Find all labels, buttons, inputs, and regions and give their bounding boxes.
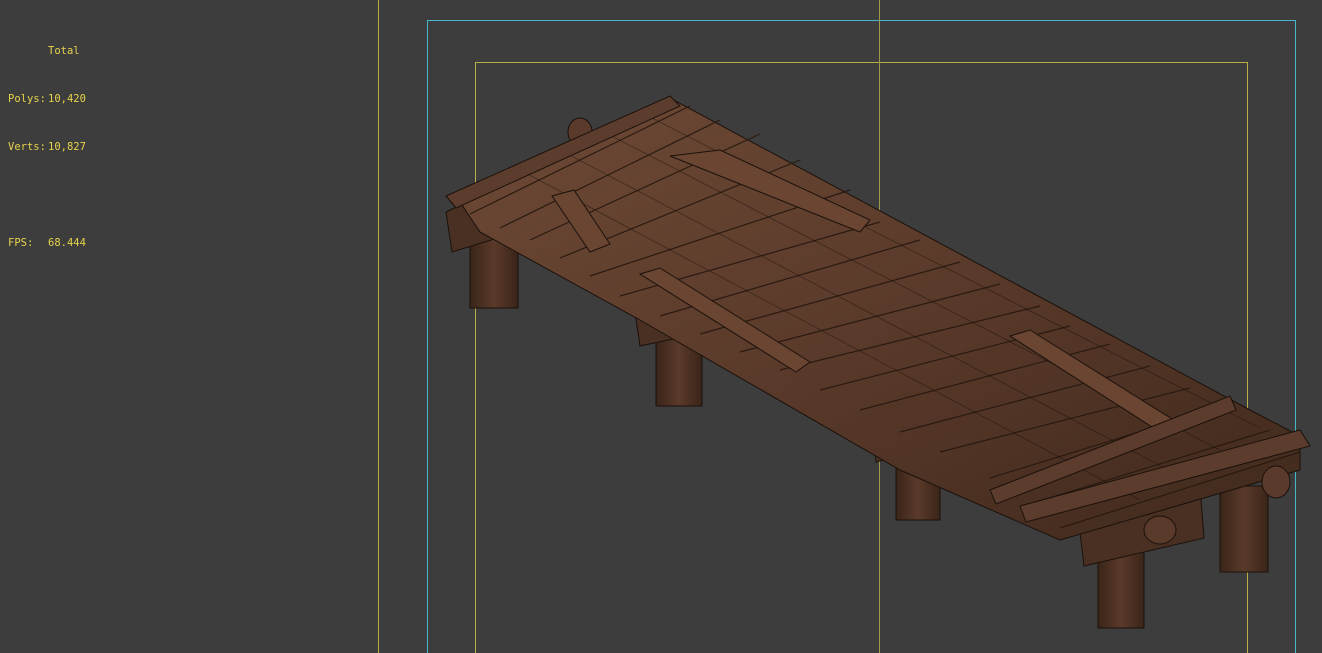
wooden-dock-model[interactable] bbox=[0, 0, 1322, 653]
3d-viewport[interactable]: Total Polys: 10,420 Verts: 10,827 FPS: 6… bbox=[0, 0, 1322, 653]
log-end-right-1 bbox=[1261, 465, 1291, 499]
post-right-back bbox=[1219, 485, 1269, 573]
log-end-right-2 bbox=[1143, 515, 1177, 545]
